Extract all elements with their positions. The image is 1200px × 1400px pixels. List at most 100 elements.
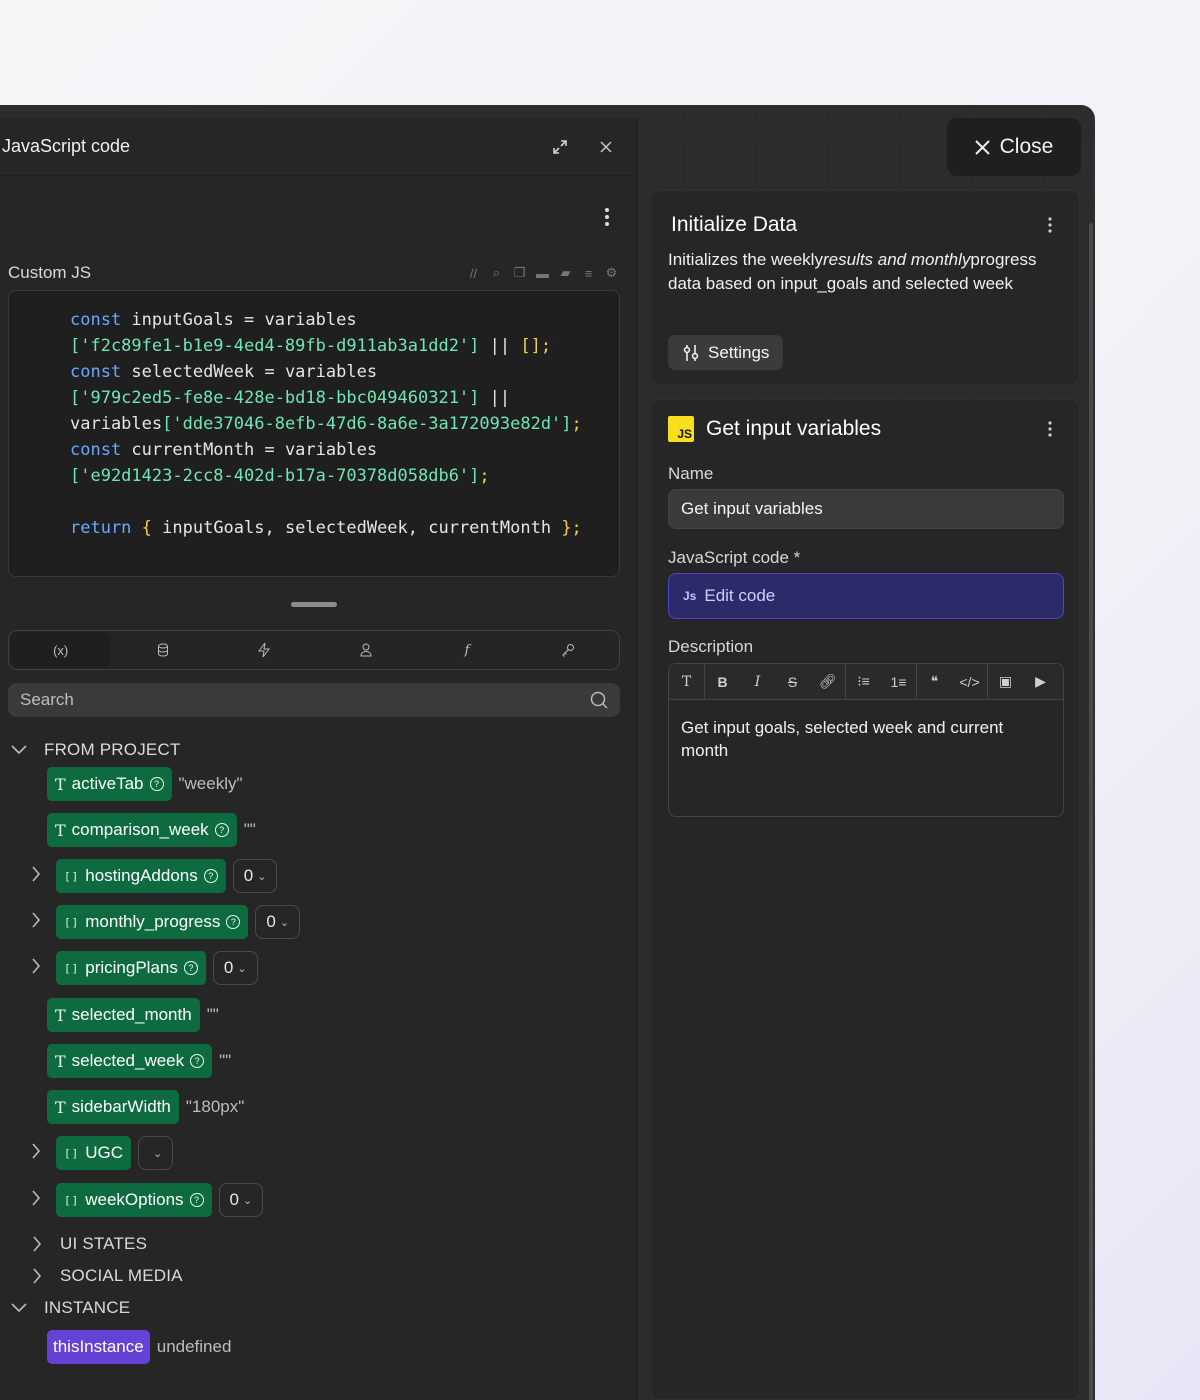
description-editor[interactable]: T B I S 🔗︎ ⁝≡ 1≡ ❝ </> ▣ ▶ Get input goa… <box>668 663 1064 817</box>
variable-name: comparison_week <box>71 820 209 839</box>
array-count-dropdown[interactable]: ⌄ <box>138 1136 174 1170</box>
link-icon[interactable]: 🔗︎ <box>810 673 845 690</box>
bold-icon[interactable]: B <box>705 674 740 690</box>
instance-row: thisInstance undefined <box>47 1330 231 1364</box>
numbered-list-icon[interactable]: 1≡ <box>881 674 916 690</box>
variable-pill[interactable]: Tcomparison_week? <box>47 813 237 847</box>
code-icon[interactable]: </> <box>952 674 987 690</box>
help-icon[interactable]: ? <box>203 869 218 883</box>
variable-value: "" <box>219 1051 232 1070</box>
help-icon[interactable]: ? <box>149 777 164 791</box>
section-instance[interactable]: INSTANCE <box>10 1298 130 1318</box>
image-icon[interactable]: ▣ <box>988 673 1023 690</box>
section-social-media[interactable]: SOCIAL MEDIA <box>28 1266 183 1286</box>
step-title: Get input variables <box>706 417 882 440</box>
variable-pill[interactable]: [] pricingPlans? <box>56 951 206 985</box>
custom-js-header: Custom JS // ⌕ ❐ ▬ ▰ ≡ ⚙ <box>8 263 620 283</box>
workflow-step-get-input[interactable]: JS Get input variables Name Get input va… <box>650 399 1080 1400</box>
help-icon[interactable]: ? <box>190 1054 205 1068</box>
instance-pill[interactable]: thisInstance <box>47 1330 150 1364</box>
tab-workflows[interactable] <box>214 631 315 669</box>
section-label: UI STATES <box>60 1234 148 1253</box>
settings-button[interactable]: Settings <box>668 335 784 370</box>
variable-value: "weekly" <box>178 774 243 793</box>
code-toolbar: // ⌕ ❐ ▬ ▰ ≡ ⚙ <box>465 265 620 281</box>
video-icon[interactable]: ▶ <box>1023 673 1058 690</box>
variable-tabs: (x) f <box>8 630 620 670</box>
section-from-project[interactable]: FROM PROJECT <box>10 740 181 760</box>
array-count-dropdown[interactable]: 0 ⌄ <box>218 1183 264 1217</box>
close-icon[interactable] <box>591 132 621 162</box>
array-count-dropdown[interactable]: 0 ⌄ <box>255 905 301 939</box>
chevron-right-icon[interactable] <box>31 957 41 979</box>
tab-secrets[interactable] <box>518 631 619 669</box>
folder-open-icon[interactable]: ▰ <box>557 265 574 281</box>
more-options-icon[interactable] <box>605 208 609 231</box>
close-button[interactable]: Close <box>947 118 1081 176</box>
workflow-step-initialize[interactable]: Initialize Data Initializes the weeklyre… <box>650 190 1080 385</box>
variable-value: "" <box>243 820 256 839</box>
description-text[interactable]: Get input goals, selected week and curre… <box>669 700 1063 778</box>
section-label: FROM PROJECT <box>44 740 181 759</box>
italic-icon[interactable]: I <box>740 674 775 690</box>
variable-pill[interactable]: [] hostingAddons? <box>56 859 226 893</box>
variable-row: [] monthly_progress? 0 ⌄ <box>56 905 301 939</box>
expand-icon[interactable] <box>545 132 575 162</box>
javascript-icon: JS <box>668 416 694 442</box>
variable-name: weekOptions <box>85 1190 184 1209</box>
more-options-icon[interactable] <box>1048 217 1052 238</box>
tab-database[interactable] <box>112 631 213 669</box>
variable-pill[interactable]: [] UGC <box>56 1136 132 1170</box>
variable-search[interactable]: Search <box>8 683 620 717</box>
array-count-dropdown[interactable]: 0 ⌄ <box>212 951 258 985</box>
code-line: ['979c2ed5-fe8e-428e-bd18-bbc049460321']… <box>70 388 511 408</box>
bullet-list-icon[interactable]: ⁝≡ <box>846 673 881 690</box>
variable-pill[interactable]: TsidebarWidth <box>47 1090 179 1124</box>
search-icon[interactable]: ⌕ <box>488 265 505 281</box>
help-icon[interactable]: ? <box>226 915 241 929</box>
chevron-right-icon[interactable] <box>31 1189 41 1211</box>
variable-pill[interactable]: Tselected_month <box>47 998 200 1032</box>
tab-variables[interactable]: (x) <box>10 632 112 668</box>
array-count-dropdown[interactable]: 0 ⌄ <box>232 859 278 893</box>
variable-pill[interactable]: [] weekOptions? <box>56 1183 212 1217</box>
code-editor[interactable]: const inputGoals = variables ['f2c89fe1-b… <box>8 290 620 577</box>
variable-row: Tcomparison_week? "" <box>47 813 256 847</box>
section-label: SOCIAL MEDIA <box>60 1266 183 1285</box>
search-placeholder: Search <box>20 690 74 709</box>
edit-code-label: Edit code <box>704 586 776 605</box>
edit-code-button[interactable]: Js Edit code <box>668 573 1064 619</box>
description-label: Description <box>668 637 754 656</box>
custom-js-label: Custom JS <box>8 263 92 282</box>
code-line: ['e92d1423-2cc8-402d-b17a-70378d058db6']… <box>70 466 490 486</box>
section-ui-states[interactable]: UI STATES <box>28 1234 147 1254</box>
chevron-right-icon[interactable] <box>31 865 41 887</box>
gear-icon[interactable]: ⚙ <box>603 265 620 281</box>
chevron-right-icon[interactable] <box>31 1142 41 1164</box>
more-options-icon[interactable] <box>1048 421 1052 442</box>
variable-row: [] pricingPlans? 0 ⌄ <box>56 951 258 985</box>
format-icon[interactable]: ≡ <box>580 266 597 281</box>
help-icon[interactable]: ? <box>183 961 198 975</box>
copy-icon[interactable]: ❐ <box>511 265 528 281</box>
comment-icon[interactable]: // <box>465 266 482 281</box>
variable-name: sidebarWidth <box>71 1097 171 1116</box>
variable-name: UGC <box>85 1143 124 1162</box>
folder-icon[interactable]: ▬ <box>534 266 551 281</box>
chevron-right-icon[interactable] <box>31 911 41 933</box>
variable-row: [] hostingAddons? 0 ⌄ <box>56 859 278 893</box>
strikethrough-icon[interactable]: S <box>775 674 810 690</box>
tab-user[interactable] <box>315 631 416 669</box>
variable-pill[interactable]: TactiveTab? <box>47 767 172 801</box>
name-input[interactable]: Get input variables <box>668 489 1064 529</box>
tab-formulas[interactable]: f <box>416 631 517 669</box>
quote-icon[interactable]: ❝ <box>917 673 952 690</box>
help-icon[interactable]: ? <box>189 1193 204 1207</box>
scrollbar[interactable] <box>1089 223 1093 1400</box>
step-title: Initialize Data <box>671 213 798 236</box>
variable-pill[interactable]: [] monthly_progress? <box>56 905 249 939</box>
help-icon[interactable]: ? <box>214 823 229 837</box>
variable-pill[interactable]: Tselected_week? <box>47 1044 213 1078</box>
text-style-icon[interactable]: T <box>669 674 704 690</box>
resize-handle[interactable] <box>291 602 337 607</box>
